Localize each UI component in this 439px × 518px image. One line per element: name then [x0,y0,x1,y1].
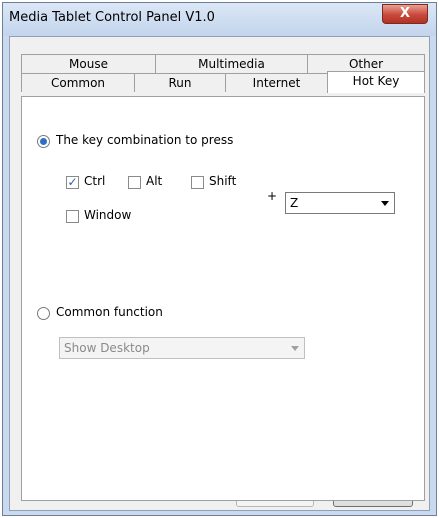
ctrl-label: Ctrl [84,174,106,188]
tab-label: Common [50,76,106,90]
alt-checkbox[interactable] [128,176,141,189]
shift-label: Shift [209,174,237,188]
tab-label: Multimedia [198,57,265,71]
window-label: Window [84,208,132,222]
tab-label: Internet [252,76,301,90]
shift-checkbox[interactable] [191,176,204,189]
key-select[interactable]: Z [285,192,395,214]
close-icon: X [399,6,411,21]
tab-label: Mouse [69,57,108,71]
tab-common[interactable]: Common [21,73,135,92]
tab-mouse[interactable]: Mouse [21,54,156,73]
common-function-select[interactable]: Show Desktop [59,337,305,359]
chevron-down-icon [381,201,389,206]
dialog-window: Media Tablet Control Panel V1.0 X Mouse … [2,2,437,516]
alt-label: Alt [146,174,163,188]
key-combination-radio[interactable] [37,135,50,148]
tab-label: Run [168,76,192,90]
close-button[interactable]: X [382,4,428,24]
tab-hot-key[interactable]: Hot Key [327,71,425,93]
common-function-label: Common function [56,305,163,319]
window-title: Media Tablet Control Panel V1.0 [9,10,215,25]
plus-sign: + [267,189,278,203]
tab-label: Other [348,57,384,71]
ctrl-checkbox[interactable]: ✓ [66,176,79,189]
tab-row-front: Common Run Internet Hot Key [21,71,425,93]
key-combination-label: The key combination to press [56,133,234,147]
client-area: Mouse Multimedia Other Common Run Intern… [9,36,430,511]
tab-label: Hot Key [352,74,400,88]
key-select-value: Z [290,196,299,210]
chevron-down-icon [291,346,299,351]
tab-multimedia[interactable]: Multimedia [155,54,308,73]
hot-key-panel: The key combination to press ✓ Ctrl Alt … [21,96,425,501]
common-function-radio[interactable] [37,307,50,320]
check-icon: ✓ [67,175,78,189]
tab-internet[interactable]: Internet [225,73,328,92]
common-function-value: Show Desktop [64,341,150,355]
window-checkbox[interactable] [66,210,79,223]
tab-run[interactable]: Run [134,73,226,92]
title-bar[interactable]: Media Tablet Control Panel V1.0 X [3,3,436,36]
